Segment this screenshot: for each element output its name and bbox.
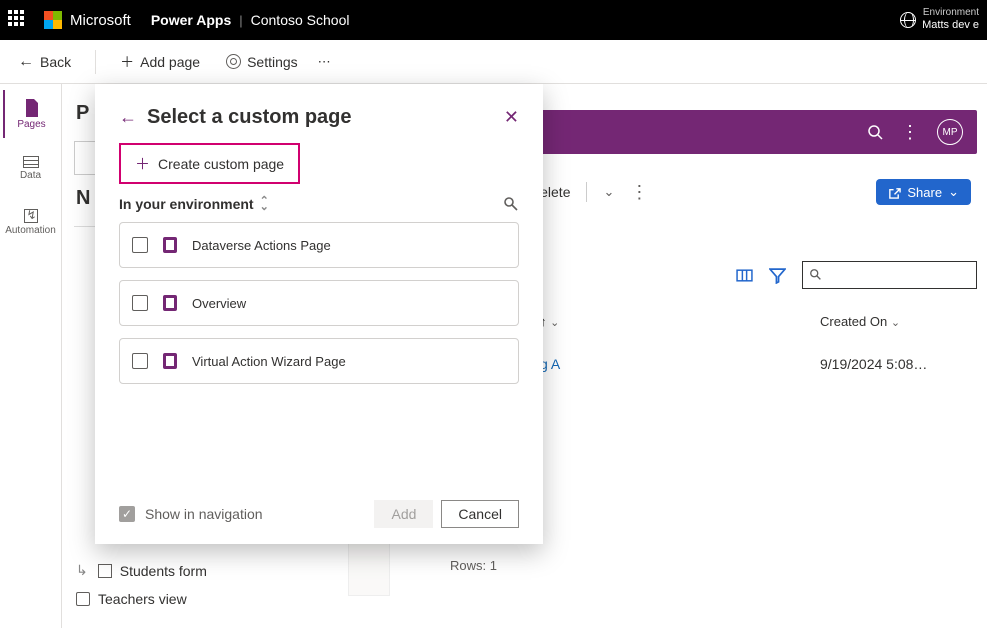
checkbox[interactable] xyxy=(132,295,148,311)
dialog-title: Select a custom page xyxy=(147,106,352,129)
column-header-created-on[interactable]: Created On ⌄ xyxy=(820,314,900,329)
global-header: Microsoft Power Apps | Contoso School En… xyxy=(0,0,987,40)
rail-automation[interactable]: Automation xyxy=(3,198,59,246)
app-name: Power Apps xyxy=(151,12,231,28)
checkbox[interactable] xyxy=(132,237,148,253)
page-icon xyxy=(160,293,180,313)
gear-icon xyxy=(226,54,241,69)
share-icon xyxy=(888,186,901,199)
command-bar: ← Back ＋ Add page Settings ⋯ xyxy=(0,40,987,84)
teachers-view-label: Teachers view xyxy=(98,591,187,607)
sidebar-item-teachers-view[interactable]: Teachers view xyxy=(74,585,330,613)
app-context: Contoso School xyxy=(251,12,350,28)
search-icon xyxy=(809,268,823,282)
close-icon[interactable]: ✕ xyxy=(504,107,519,128)
settings-label: Settings xyxy=(247,54,298,70)
environment-label: Environment xyxy=(922,7,979,19)
rail-pages[interactable]: Pages xyxy=(3,90,59,138)
search-icon[interactable] xyxy=(867,124,883,140)
page-icon xyxy=(160,235,180,255)
share-button[interactable]: Share ⌄ xyxy=(876,179,971,205)
students-form-label: Students form xyxy=(120,563,207,579)
divider xyxy=(95,50,96,74)
add-button[interactable]: Add xyxy=(374,500,433,528)
table-icon xyxy=(23,156,39,168)
plus-icon: ＋ xyxy=(135,153,150,174)
env-label: In your environment xyxy=(119,196,254,212)
back-button[interactable]: ← Back xyxy=(12,49,77,75)
dialog-back-icon[interactable]: ← xyxy=(119,107,137,128)
cancel-button[interactable]: Cancel xyxy=(441,500,519,528)
branch-icon: ↳ xyxy=(76,562,88,579)
row-count: Rows: 1 xyxy=(450,558,497,573)
more-vertical-icon[interactable]: ⋮ xyxy=(901,122,919,143)
avatar[interactable]: MP xyxy=(937,119,963,145)
microsoft-logo[interactable]: Microsoft xyxy=(44,11,131,29)
rail-data-label: Data xyxy=(20,170,41,181)
table-row-link[interactable]: g A xyxy=(540,356,560,372)
show-in-nav-checkbox[interactable]: ✓ xyxy=(119,506,135,522)
more-vertical-icon[interactable]: ⋮ xyxy=(630,182,648,203)
custom-page-list: Dataverse Actions Page Overview Virtual … xyxy=(119,222,519,384)
environment-picker[interactable]: Environment Matts dev e xyxy=(900,7,979,32)
rail-pages-label: Pages xyxy=(17,119,45,130)
search-input[interactable] xyxy=(802,261,977,289)
page-icon xyxy=(24,99,40,117)
page-option-dataverse-actions[interactable]: Dataverse Actions Page xyxy=(119,222,519,268)
view-icon xyxy=(76,592,90,606)
filter-icon[interactable] xyxy=(769,267,786,284)
page-icon xyxy=(160,351,180,371)
plus-icon: ＋ xyxy=(120,52,134,72)
arrow-left-icon: ← xyxy=(18,53,34,71)
chevron-down-icon[interactable]: ⌄ xyxy=(603,184,614,200)
waffle-icon[interactable] xyxy=(8,10,28,30)
left-nav-rail: Pages Data Automation xyxy=(0,84,62,628)
form-icon xyxy=(98,564,112,578)
show-in-nav-label: Show in navigation xyxy=(145,506,263,522)
globe-icon xyxy=(900,12,916,28)
chevron-down-icon: ⌄ xyxy=(948,184,959,200)
page-option-label: Virtual Action Wizard Page xyxy=(192,354,346,369)
create-custom-page-button[interactable]: ＋ Create custom page xyxy=(119,143,300,184)
page-option-virtual-action-wizard[interactable]: Virtual Action Wizard Page xyxy=(119,338,519,384)
flow-icon xyxy=(24,209,38,223)
divider xyxy=(586,182,587,202)
page-option-overview[interactable]: Overview xyxy=(119,280,519,326)
add-page-label: Add page xyxy=(140,54,200,70)
sort-icon[interactable]: ⌃⌄ xyxy=(260,198,269,210)
add-page-button[interactable]: ＋ Add page xyxy=(114,48,206,76)
environment-name: Matts dev e xyxy=(922,19,979,32)
more-icon[interactable]: ⋯ xyxy=(318,54,333,70)
page-option-label: Overview xyxy=(192,296,246,311)
page-option-label: Dataverse Actions Page xyxy=(192,238,331,253)
environment-section-header: In your environment ⌃⌄ xyxy=(119,196,519,212)
search-icon[interactable] xyxy=(503,196,519,212)
microsoft-logo-icon xyxy=(44,11,62,29)
settings-button[interactable]: Settings xyxy=(220,50,304,74)
title-separator: | xyxy=(239,13,242,28)
share-label: Share xyxy=(907,185,942,200)
edit-columns-icon[interactable] xyxy=(736,267,753,284)
rail-data[interactable]: Data xyxy=(3,144,59,192)
create-custom-page-label: Create custom page xyxy=(158,156,284,172)
microsoft-logo-text: Microsoft xyxy=(70,12,131,29)
table-row-date: 9/19/2024 5:08… xyxy=(820,356,927,372)
checkbox[interactable] xyxy=(132,353,148,369)
sidebar-item-students-form[interactable]: ↳ Students form xyxy=(74,556,330,585)
back-label: Back xyxy=(40,54,71,70)
rail-automation-label: Automation xyxy=(5,225,56,236)
select-custom-page-dialog: ← Select a custom page ✕ ＋ Create custom… xyxy=(95,84,543,544)
